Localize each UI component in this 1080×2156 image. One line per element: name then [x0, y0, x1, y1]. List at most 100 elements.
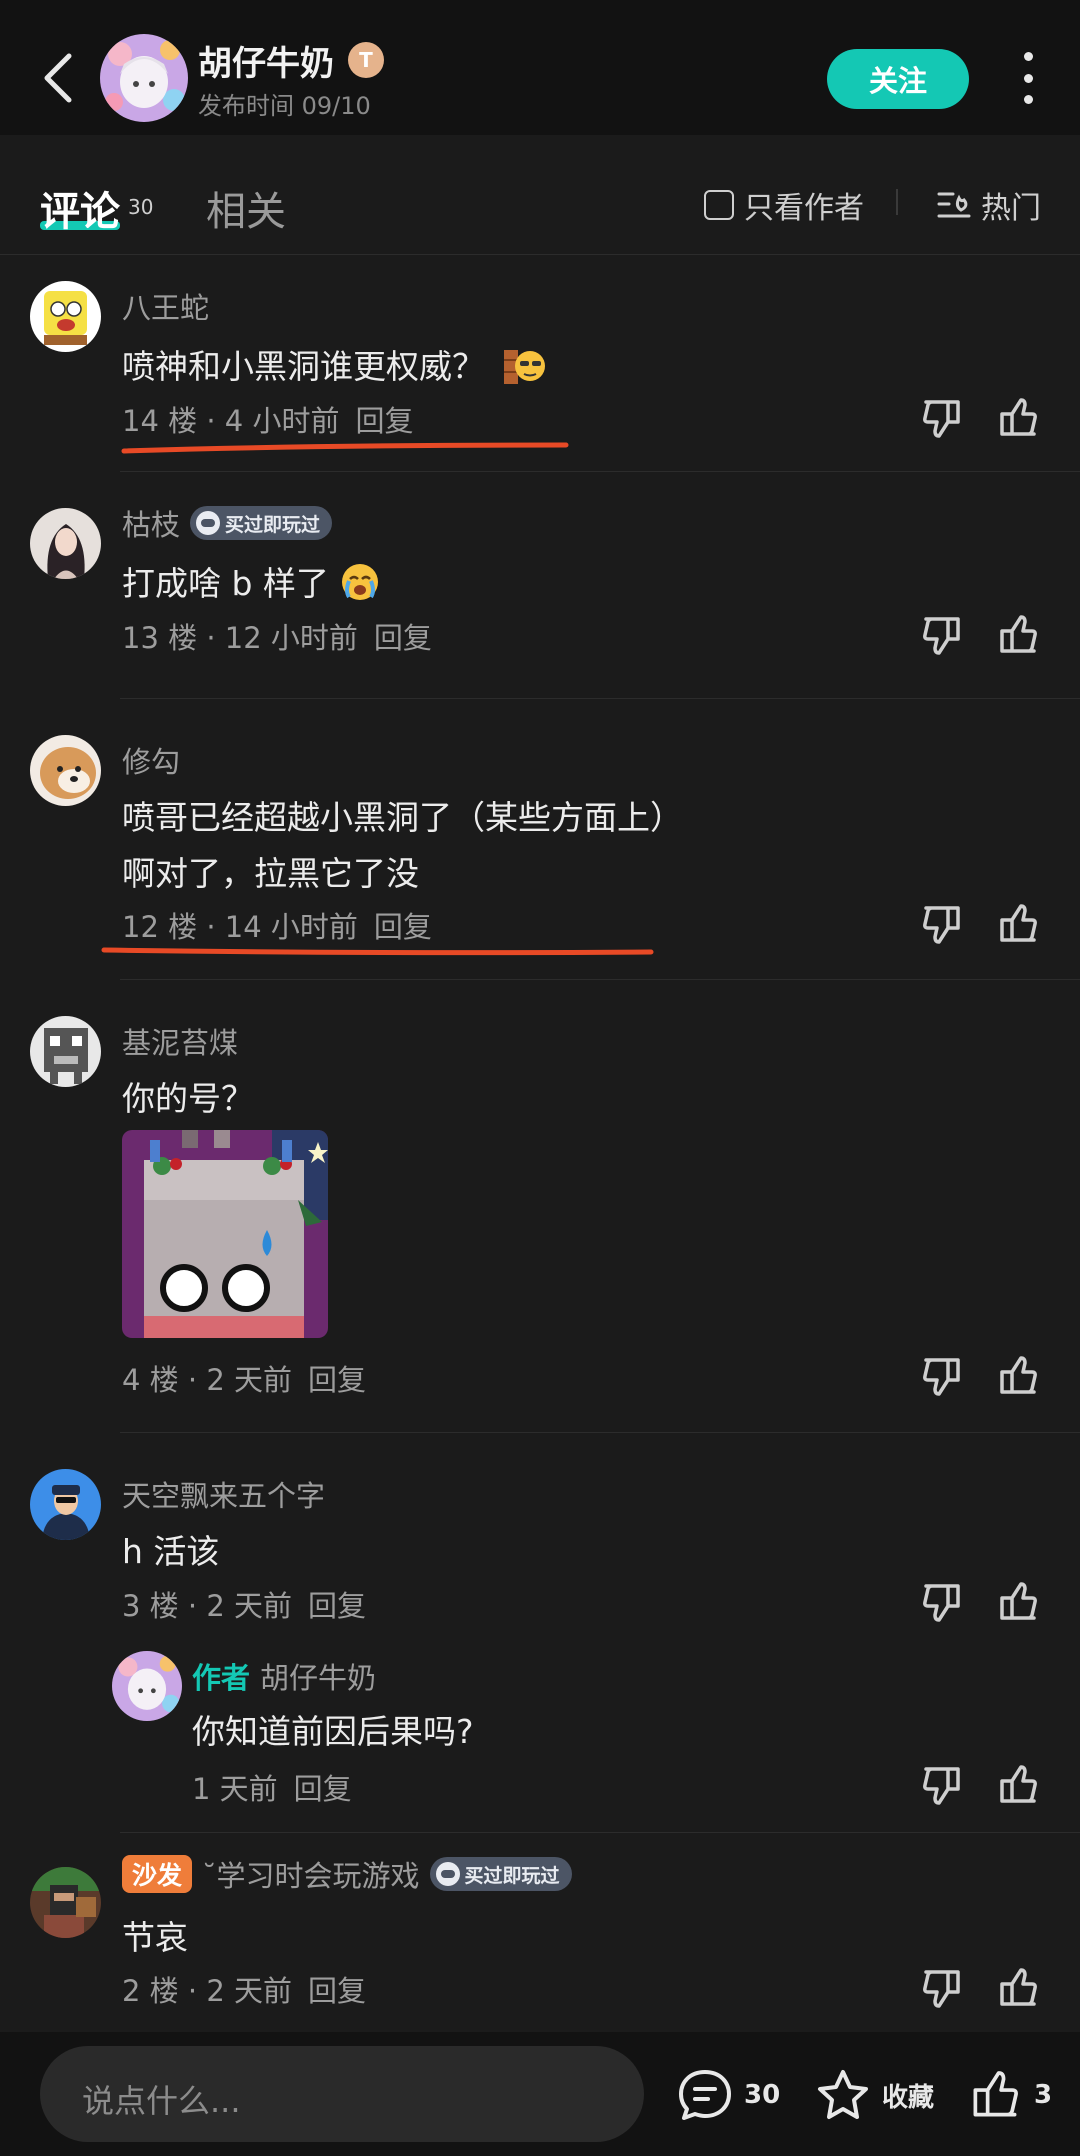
like-icon[interactable]: [996, 1763, 1040, 1807]
comment-text-line: 啊对了，拉黑它了没: [122, 854, 419, 893]
follow-button[interactable]: 关注: [827, 49, 969, 109]
dislike-icon[interactable]: [920, 613, 964, 657]
comment-author[interactable]: 沙发 ˘学习时会玩游戏 买过即玩过: [122, 1853, 572, 1895]
reply-author[interactable]: 作者 胡仔牛奶: [192, 1655, 376, 1697]
comment-author[interactable]: 枯枝 买过即玩过: [122, 502, 333, 544]
floor-time: 14 楼 · 4 小时前: [122, 404, 340, 438]
comment-meta: 12 楼 · 14 小时前 回复: [122, 904, 432, 946]
comments-count: 30: [128, 195, 154, 219]
tab-related[interactable]: 相关: [206, 179, 286, 237]
avatar[interactable]: [30, 508, 101, 579]
comment-meta: 2 楼 · 2 天前 回复: [122, 1968, 366, 2010]
reply-button[interactable]: 回复: [308, 1363, 366, 1397]
comment-text-line: 喷哥已经超越小黑洞了（某些方面上）: [122, 798, 683, 837]
comment-author[interactable]: 天空飘来五个字: [122, 1473, 325, 1515]
level-badge: T: [348, 42, 384, 78]
input-placeholder: 说点什么...: [82, 2082, 241, 2120]
author-tag: 作者: [192, 1661, 251, 1695]
floor-time: 3 楼 · 2 天前: [122, 1589, 292, 1623]
reply-button[interactable]: 回复: [374, 621, 432, 655]
played-badge: 买过即玩过: [429, 1857, 572, 1891]
back-icon[interactable]: [36, 48, 80, 108]
comment-text: h 活该: [122, 1532, 220, 1571]
author-only-label: 只看作者: [744, 191, 864, 226]
comment-text: 打成啥 b 样了: [122, 557, 381, 611]
author-avatar[interactable]: [100, 34, 188, 122]
publish-time: 发布时间 09/10: [198, 92, 371, 120]
reply-button[interactable]: 回复: [308, 1589, 366, 1623]
floor-time: 4 楼 · 2 天前: [122, 1363, 292, 1397]
avatar[interactable]: [30, 1016, 101, 1087]
favorite-label: 收藏: [882, 2082, 935, 2113]
comment-author[interactable]: 基泥苔煤: [122, 1020, 238, 1062]
like-icon[interactable]: [996, 902, 1040, 946]
divider: [120, 698, 1080, 699]
comment-meta: 14 楼 · 4 小时前 回复: [122, 398, 413, 440]
favorite-button[interactable]: 收藏: [814, 2068, 934, 2122]
emoji-sticker: [502, 344, 548, 394]
bottom-bar: 说点什么... 30 收藏 3: [0, 2032, 1080, 2156]
tabs-bar: 评论 30 相关 只看作者 热门: [0, 135, 1080, 255]
comment-meta: 4 楼 · 2 天前 回复: [122, 1357, 366, 1399]
like-icon[interactable]: [996, 1580, 1040, 1624]
red-underline-annotation: [101, 947, 654, 956]
divider: [896, 189, 898, 215]
avatar[interactable]: [30, 735, 101, 806]
played-badge: 买过即玩过: [190, 506, 333, 540]
sort-label: 热门: [981, 191, 1041, 226]
floor-time: 2 楼 · 2 天前: [122, 1974, 292, 2008]
dislike-icon[interactable]: [920, 396, 964, 440]
crying-emoji: [339, 561, 381, 611]
divider: [120, 1832, 1080, 1833]
more-options-icon[interactable]: [1012, 52, 1044, 104]
star-icon: [818, 2070, 868, 2119]
comment-text: 节哀: [122, 1918, 188, 1957]
reply-item: 作者 胡仔牛奶 你知道前因后果吗? 1 天前 回复: [0, 1643, 1080, 1813]
reply-button[interactable]: 回复: [374, 910, 432, 944]
checkbox-icon[interactable]: [704, 190, 734, 220]
comment-input[interactable]: 说点什么...: [40, 2046, 644, 2142]
avatar[interactable]: [30, 1469, 101, 1540]
dislike-icon[interactable]: [920, 1763, 964, 1807]
avatar[interactable]: [112, 1651, 182, 1721]
comment-author[interactable]: 修勾: [122, 739, 180, 781]
gamepad-icon: [435, 1862, 460, 1886]
like-icon[interactable]: [996, 1354, 1040, 1398]
comment-author[interactable]: 八王蛇: [122, 285, 209, 327]
sort-hot-button[interactable]: 热门: [937, 183, 1041, 227]
gamepad-icon: [196, 511, 221, 535]
comment-text: 你的号？: [122, 1079, 254, 1118]
comment-image[interactable]: [122, 1130, 328, 1338]
reply-meta: 1 天前 回复: [192, 1766, 352, 1808]
dislike-icon[interactable]: [920, 902, 964, 946]
dislike-icon[interactable]: [920, 1580, 964, 1624]
sort-icon: [937, 192, 971, 218]
red-underline-annotation: [121, 442, 569, 454]
like-post-button[interactable]: 3: [966, 2068, 1052, 2122]
reply-button[interactable]: 回复: [308, 1974, 366, 2008]
dislike-icon[interactable]: [920, 1354, 964, 1398]
comment-count: 30: [744, 2080, 781, 2110]
comment-text: 喷神和小黑洞谁更权威？: [122, 340, 548, 394]
avatar[interactable]: [30, 1867, 101, 1938]
sofa-badge: 沙发: [122, 1855, 193, 1893]
like-icon[interactable]: [996, 1966, 1040, 2010]
comments-button[interactable]: 30: [676, 2068, 780, 2122]
tab-comments[interactable]: 评论: [40, 179, 120, 237]
floor-time: 1 天前: [192, 1772, 278, 1806]
divider: [120, 1432, 1080, 1433]
floor-time: 12 楼 · 14 小时前: [122, 910, 358, 944]
author-only-filter[interactable]: 只看作者: [704, 183, 864, 227]
author-name[interactable]: 胡仔牛奶: [198, 36, 334, 85]
comment-meta: 3 楼 · 2 天前 回复: [122, 1583, 366, 1625]
like-icon[interactable]: [996, 396, 1040, 440]
like-icon[interactable]: [996, 613, 1040, 657]
divider: [120, 979, 1080, 980]
top-bar: 胡仔牛奶 T 发布时间 09/10 关注: [0, 0, 1080, 135]
reply-button[interactable]: 回复: [355, 404, 413, 438]
avatar[interactable]: [30, 281, 101, 352]
floor-time: 13 楼 · 12 小时前: [122, 621, 358, 655]
dislike-icon[interactable]: [920, 1966, 964, 2010]
comment-meta: 13 楼 · 12 小时前 回复: [122, 615, 432, 657]
reply-button[interactable]: 回复: [294, 1772, 352, 1806]
